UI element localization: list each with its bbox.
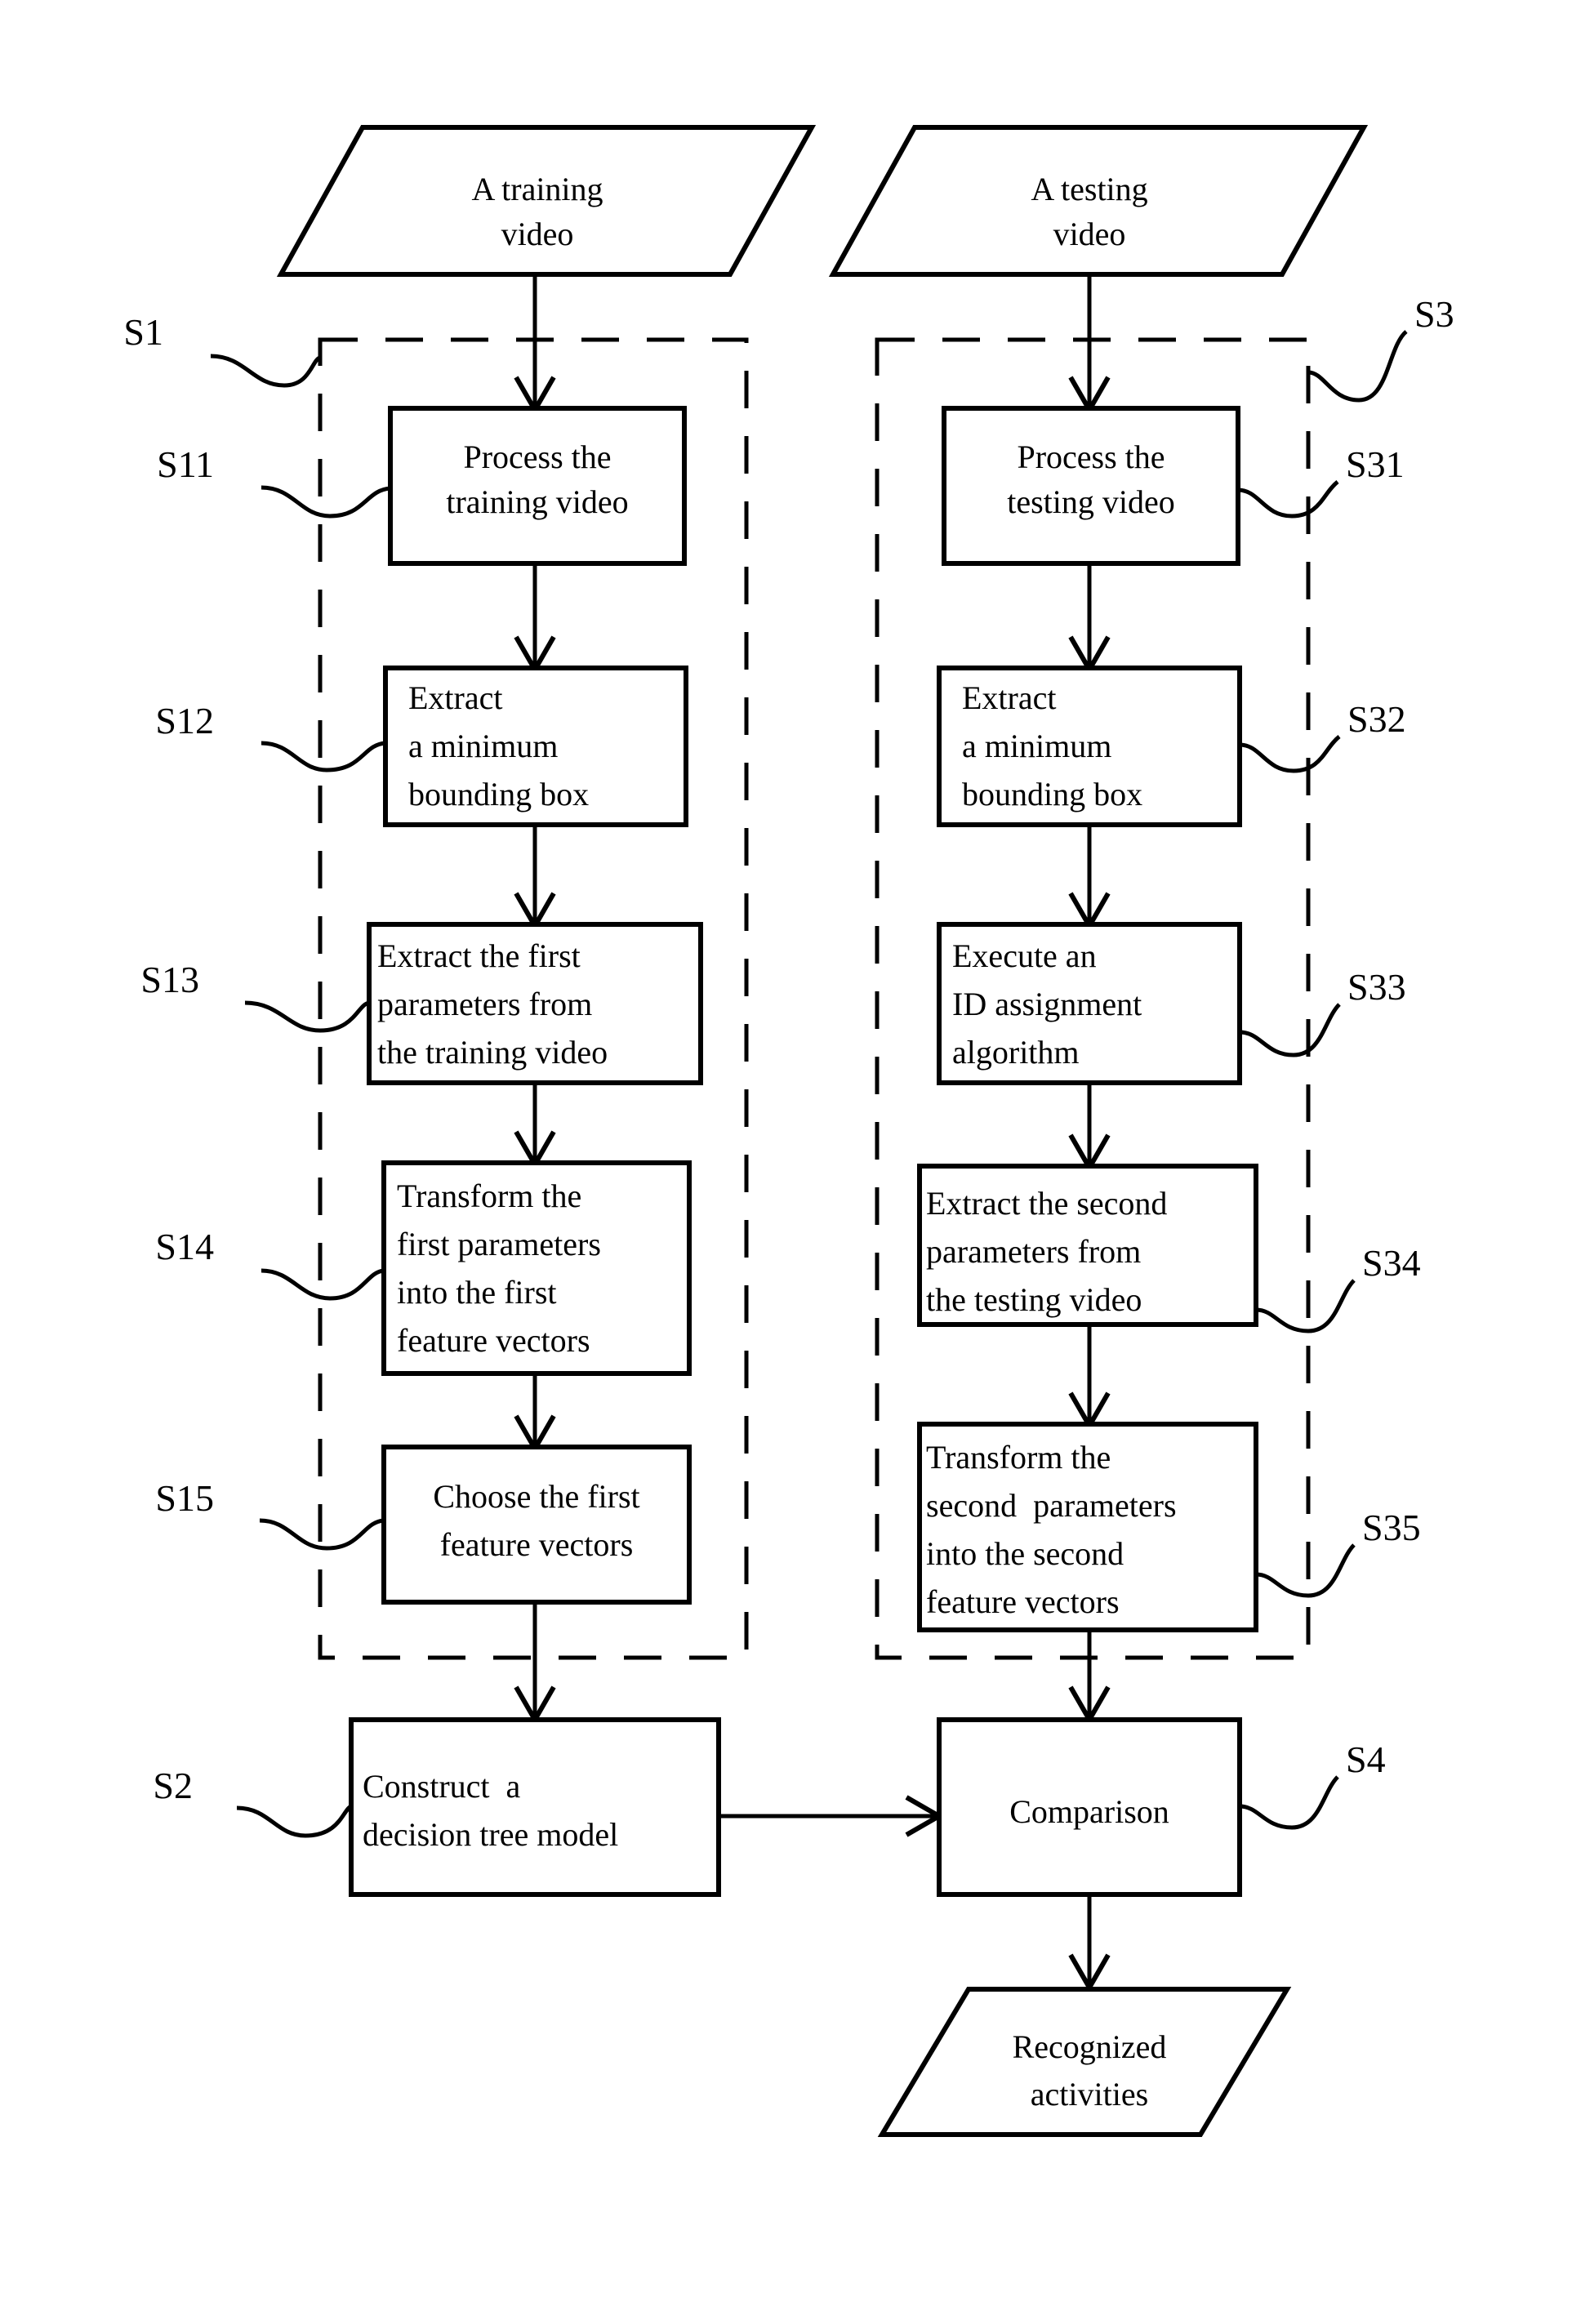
leader-s34	[1255, 1279, 1356, 1333]
ref-label-s34: S34	[1362, 1242, 1421, 1284]
s15-line1: Choose the first	[433, 1478, 639, 1515]
testing-video-line1: A testing	[1031, 171, 1147, 207]
s2-line1: Construct a	[363, 1768, 521, 1805]
training-video-line1: A training	[471, 171, 603, 207]
s14-line3: into the first	[397, 1274, 557, 1311]
s31-line2: testing video	[1007, 483, 1175, 520]
s34-line2: parameters from	[926, 1233, 1141, 1270]
ref-label-s32: S32	[1347, 698, 1406, 740]
leader-s13	[244, 1000, 370, 1033]
s11-line2: training video	[446, 483, 628, 520]
testing-video-line2: video	[1053, 216, 1126, 252]
process-box-s2	[349, 1717, 721, 1897]
ref-label-s14: S14	[155, 1226, 214, 1267]
s14-line1: Transform the	[397, 1178, 581, 1214]
s12-line2: a minimum	[408, 728, 558, 764]
s35-line2: second parameters	[926, 1487, 1177, 1524]
s4-line1: Comparison	[1009, 1793, 1169, 1830]
leader-s35	[1255, 1543, 1356, 1598]
leader-s11	[261, 485, 391, 519]
ref-label-s35: S35	[1362, 1507, 1421, 1548]
ref-label-s12: S12	[155, 700, 214, 741]
s32-line3: bounding box	[962, 776, 1142, 813]
ref-label-s3: S3	[1414, 293, 1454, 335]
process-box-s15	[381, 1445, 692, 1605]
ref-label-s15: S15	[155, 1477, 214, 1519]
s15-line2: feature vectors	[440, 1526, 634, 1563]
ref-label-s31: S31	[1346, 443, 1405, 485]
leader-s4	[1239, 1775, 1339, 1830]
s34-line3: the testing video	[926, 1281, 1142, 1318]
leader-s1	[210, 354, 322, 388]
leader-s31	[1237, 480, 1339, 519]
s13-line1: Extract the first	[377, 937, 581, 974]
output-line1: Recognized	[1013, 2028, 1167, 2065]
leader-s33	[1239, 1003, 1341, 1057]
leader-s32	[1239, 735, 1341, 773]
ref-label-s4: S4	[1346, 1739, 1386, 1780]
ref-label-s11: S11	[157, 443, 214, 485]
leader-s14	[261, 1268, 385, 1301]
s11-line1: Process the	[463, 439, 611, 475]
s35-line4: feature vectors	[926, 1583, 1120, 1620]
flowchart-diagram: A training video Process the training vi…	[0, 0, 1581, 2324]
output-line2: activities	[1031, 2076, 1148, 2113]
ref-label-s13: S13	[140, 959, 199, 1000]
ref-label-s2: S2	[153, 1765, 193, 1806]
s35-line1: Transform the	[926, 1439, 1111, 1476]
s13-line3: the training video	[377, 1034, 608, 1071]
leader-s2	[236, 1804, 353, 1838]
s34-line1: Extract the second	[926, 1185, 1167, 1222]
ref-label-s1: S1	[123, 311, 163, 353]
s31-line1: Process the	[1017, 439, 1165, 475]
leader-s3	[1307, 330, 1408, 403]
ref-label-s33: S33	[1347, 966, 1406, 1008]
flowchart-canvas: A training video Process the training vi…	[123, 125, 1454, 2137]
s14-line2: first parameters	[397, 1226, 601, 1262]
s32-line1: Extract	[962, 679, 1057, 716]
s32-line2: a minimum	[962, 728, 1111, 764]
s12-line1: Extract	[408, 679, 503, 716]
s33-line2: ID assignment	[952, 986, 1142, 1022]
s13-line2: parameters from	[377, 986, 592, 1022]
s35-line3: into the second	[926, 1535, 1124, 1572]
s14-line4: feature vectors	[397, 1322, 590, 1359]
training-video-line2: video	[501, 216, 574, 252]
s33-line3: algorithm	[952, 1034, 1080, 1071]
s33-line1: Execute an	[952, 937, 1097, 974]
leader-s12	[261, 741, 386, 772]
s2-line2: decision tree model	[363, 1816, 618, 1853]
s12-line3: bounding box	[408, 776, 589, 813]
